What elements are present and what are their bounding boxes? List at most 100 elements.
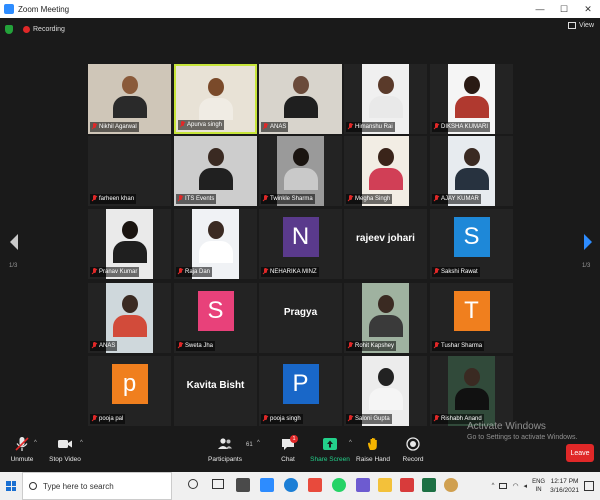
raise-hand-icon (365, 436, 381, 452)
participant-name: Tushar Sharma (441, 343, 483, 349)
app-icon-2[interactable] (356, 478, 370, 492)
participant-name: ANAS (99, 343, 116, 349)
participant-tile[interactable]: p pooja pal (88, 356, 171, 426)
participant-label: DIKSHA KUMARI (432, 122, 491, 132)
participant-tile[interactable]: S Sweta Jha (174, 283, 257, 353)
participant-tile[interactable]: T Tushar Sharma (430, 283, 513, 353)
excel-icon[interactable] (422, 478, 436, 492)
participant-tile[interactable]: Nikhil Agarwal (88, 64, 171, 134)
mic-muted-icon (347, 123, 353, 131)
record-icon (405, 436, 421, 452)
start-button[interactable] (0, 472, 22, 500)
participant-avatar: S (197, 291, 234, 331)
record-button[interactable]: Record (387, 436, 439, 463)
participant-label: AJAY KUMAR (432, 194, 481, 204)
participant-name: AJAY KUMAR (441, 196, 479, 202)
participant-name: Sakshi Rawat (441, 269, 478, 275)
previous-page-button[interactable] (8, 232, 20, 252)
participants-button[interactable]: Participants (199, 436, 251, 463)
participant-tile[interactable]: Twinkle Sharma (259, 136, 342, 206)
participant-tile[interactable]: Rishabh Anand (430, 356, 513, 426)
system-tray: ^ ◠ ◂ ENG IN 12:17 PM 3/16/2021 (492, 472, 600, 500)
shield-icon[interactable] (5, 24, 13, 34)
mic-muted-icon (179, 121, 185, 129)
leave-button[interactable]: Leave (566, 444, 594, 462)
participant-tile[interactable]: ANAS (88, 283, 171, 353)
volume-icon[interactable]: ◂ (524, 482, 528, 490)
participant-tile[interactable]: Himanshu Rai (344, 64, 427, 134)
maximize-icon[interactable]: ☐ (552, 0, 576, 18)
taskbar-search[interactable]: Type here to search (22, 472, 172, 500)
watermark-subtitle: Go to Settings to activate Windows. (467, 434, 578, 441)
notifications-icon[interactable] (584, 481, 594, 491)
mic-muted-icon (91, 123, 97, 131)
participant-name-display: rajeev johari (356, 233, 415, 244)
cortana-icon[interactable] (188, 479, 198, 489)
edge-icon[interactable] (284, 478, 298, 492)
mic-muted-icon (177, 342, 183, 350)
participant-tile[interactable]: N NEHARIKA MINZ (259, 209, 342, 279)
participant-name: NEHARIKA MINZ (270, 269, 317, 275)
next-page-button[interactable] (582, 232, 594, 252)
tray-chevron-icon[interactable]: ^ (492, 483, 495, 489)
participant-name: pooja singh (270, 416, 301, 422)
participant-label: Sweta Jha (176, 341, 216, 351)
battery-icon[interactable] (499, 483, 508, 489)
mic-muted-icon (433, 415, 439, 423)
participant-tile[interactable]: Raja Dan (174, 209, 257, 279)
participant-tile[interactable]: Megha Singh (344, 136, 427, 206)
wifi-icon[interactable]: ◠ (512, 482, 518, 490)
meeting-topbar: Recording View (0, 18, 600, 40)
participant-tile[interactable]: farheen khan (88, 136, 171, 206)
language-indicator[interactable]: ENG IN (532, 478, 545, 494)
zoom-app-icon (4, 4, 14, 14)
stop-video-button[interactable]: Stop Video (39, 436, 91, 463)
zoom-taskbar-icon[interactable] (260, 478, 274, 492)
participant-label: ANAS (261, 122, 289, 132)
store-icon[interactable] (236, 478, 250, 492)
participant-tile[interactable]: Pragya (259, 283, 342, 353)
pdf-reader-icon[interactable] (400, 478, 414, 492)
video-options-caret-icon[interactable]: ^ (80, 440, 83, 446)
mic-muted-icon (262, 123, 268, 131)
participant-tile[interactable]: ANAS (259, 64, 342, 134)
participant-tile[interactable]: DIKSHA KUMARI (430, 64, 513, 134)
participant-tile[interactable]: Kavita Bisht (174, 356, 257, 426)
taskbar-clock[interactable]: 12:17 PM 3/16/2021 (550, 477, 579, 495)
participant-tile[interactable]: rajeev johari (344, 209, 427, 279)
participant-avatar: T (453, 291, 490, 331)
participant-tile[interactable]: AJAY KUMAR (430, 136, 513, 206)
participant-tile[interactable]: Ppooja singh (259, 356, 342, 426)
participant-tile[interactable]: Rohit Kapshey (344, 283, 427, 353)
participant-tile[interactable]: Saloni Gupta (344, 356, 427, 426)
audio-options-caret-icon[interactable]: ^ (34, 440, 37, 446)
participants-options-caret-icon[interactable]: ^ (257, 440, 260, 446)
mic-muted-icon (433, 268, 439, 276)
participant-name: Himanshu Rai (355, 124, 393, 130)
task-view-icon[interactable] (212, 479, 224, 489)
whatsapp-icon[interactable] (332, 478, 346, 492)
participant-label: Himanshu Rai (346, 122, 395, 132)
participant-label: Twinkle Sharma (261, 194, 315, 204)
participant-name-display: Kavita Bisht (186, 380, 245, 391)
clock-date: 3/16/2021 (550, 487, 579, 494)
participant-tile[interactable]: S Sakshi Rawat (430, 209, 513, 279)
person-silhouette (198, 148, 233, 190)
chrome-icon[interactable] (444, 478, 458, 492)
stop-video-label: Stop Video (49, 456, 81, 463)
participant-tile[interactable]: ITS Events (174, 136, 257, 206)
share-screen-icon (322, 436, 338, 452)
search-placeholder: Type here to search (43, 481, 114, 491)
view-button[interactable]: View (567, 22, 594, 29)
file-explorer-icon[interactable] (378, 478, 392, 492)
participant-label: Apurva singh (178, 120, 225, 130)
close-icon[interactable]: ✕ (576, 0, 600, 18)
participant-tile[interactable]: Apurva singh (174, 64, 257, 134)
app-icon-1[interactable] (308, 478, 322, 492)
recording-icon (23, 25, 30, 33)
minimize-icon[interactable]: — (528, 0, 552, 18)
participant-name: Raja Dan (185, 269, 211, 275)
participant-tile[interactable]: Pranav Kumar (88, 209, 171, 279)
participant-name: Apurva singh (187, 122, 223, 128)
search-icon (29, 482, 37, 490)
